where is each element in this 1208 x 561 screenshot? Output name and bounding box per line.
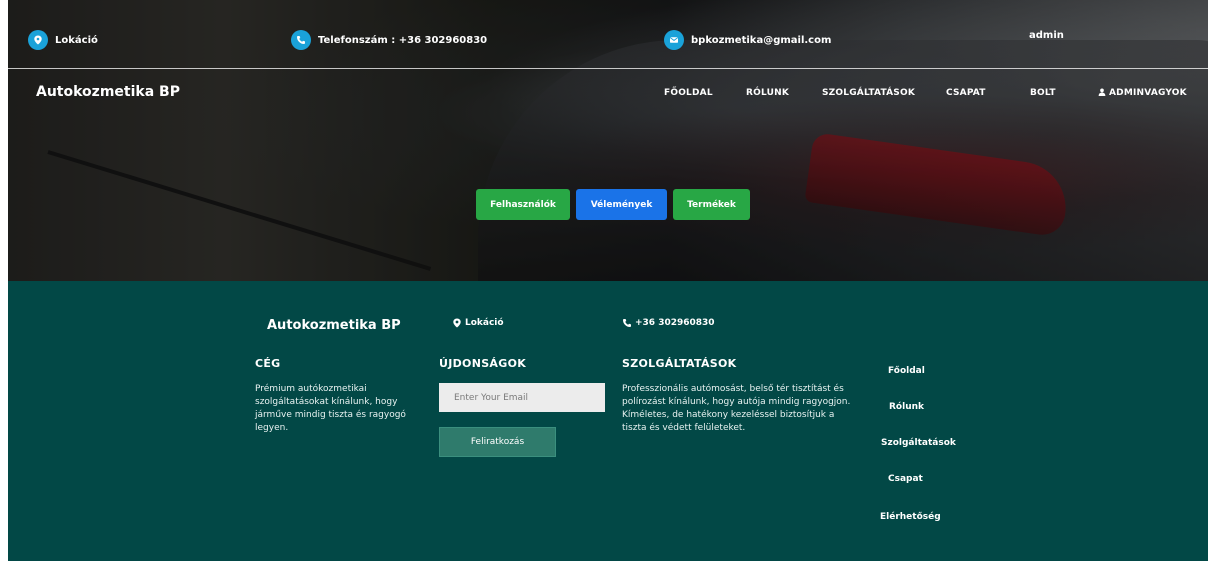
topbar-phone[interactable]: Telefonszám : +36 302960830 — [291, 30, 487, 50]
admin-button-group: Felhasználók Vélemények Termékek — [476, 189, 756, 220]
main-navbar: Autokozmetika BP FŐOLDAL RÓLUNK SZOLGÁLT… — [8, 70, 1208, 116]
topbar-phone-label: Telefonszám : +36 302960830 — [318, 34, 488, 46]
topbar-location-label: Lokáció — [55, 34, 98, 46]
footer-location-label: Lokáció — [465, 318, 504, 328]
footer-phone[interactable]: +36 302960830 — [622, 318, 715, 328]
nav-shop[interactable]: BOLT — [1030, 88, 1056, 98]
envelope-icon — [664, 30, 684, 50]
newsletter-email-input[interactable] — [439, 383, 605, 412]
footer: Autokozmetika BP Lokáció +36 302960830 C… — [8, 281, 1208, 561]
nav-home[interactable]: FŐOLDAL — [664, 88, 713, 98]
footer-link-team[interactable]: Csapat — [888, 474, 923, 484]
location-pin-icon — [453, 318, 461, 328]
nav-admin[interactable]: ADMINVAGYOK — [1098, 88, 1187, 98]
footer-phone-label: +36 302960830 — [635, 318, 715, 328]
services-heading: SZOLGÁLTATÁSOK — [622, 357, 737, 370]
footer-brand: Autokozmetika BP — [267, 318, 401, 333]
brand-logo[interactable]: Autokozmetika BP — [36, 84, 180, 100]
topbar: Lokáció Telefonszám : +36 302960830 bpko… — [8, 0, 1208, 69]
products-button[interactable]: Termékek — [673, 189, 750, 220]
reviews-button[interactable]: Vélemények — [576, 189, 667, 220]
services-text: Professzionális autómosást, belső tér ti… — [622, 384, 851, 433]
user-icon — [1098, 88, 1106, 96]
page: Lokáció Telefonszám : +36 302960830 bpko… — [8, 0, 1208, 561]
footer-link-contact[interactable]: Elérhetőség — [880, 512, 941, 522]
nav-services[interactable]: SZOLGÁLTATÁSOK — [822, 88, 915, 98]
topbar-user[interactable]: admin — [1029, 30, 1064, 41]
hero-section: Lokáció Telefonszám : +36 302960830 bpko… — [8, 0, 1208, 281]
topbar-email[interactable]: bpkozmetika@gmail.com — [664, 30, 831, 50]
nav-admin-label: ADMINVAGYOK — [1109, 88, 1187, 98]
topbar-location[interactable]: Lokáció — [28, 30, 98, 50]
topbar-email-label: bpkozmetika@gmail.com — [691, 34, 832, 46]
phone-icon — [291, 30, 311, 50]
nav-team[interactable]: CSAPAT — [946, 88, 986, 98]
company-text: Prémium autókozmetikai szolgáltatásokat … — [255, 384, 406, 433]
footer-link-about[interactable]: Rólunk — [889, 402, 924, 412]
nav-about[interactable]: RÓLUNK — [746, 88, 789, 98]
company-heading: CÉG — [255, 357, 281, 370]
phone-icon — [623, 319, 631, 327]
subscribe-button[interactable]: Feliratkozás — [439, 427, 556, 457]
footer-link-home[interactable]: Főoldal — [888, 366, 925, 376]
news-heading: ÚJDONSÁGOK — [439, 357, 527, 370]
location-pin-icon — [28, 30, 48, 50]
footer-link-services[interactable]: Szolgáltatások — [881, 438, 956, 448]
footer-location[interactable]: Lokáció — [452, 318, 504, 328]
users-button[interactable]: Felhasználók — [476, 189, 570, 220]
